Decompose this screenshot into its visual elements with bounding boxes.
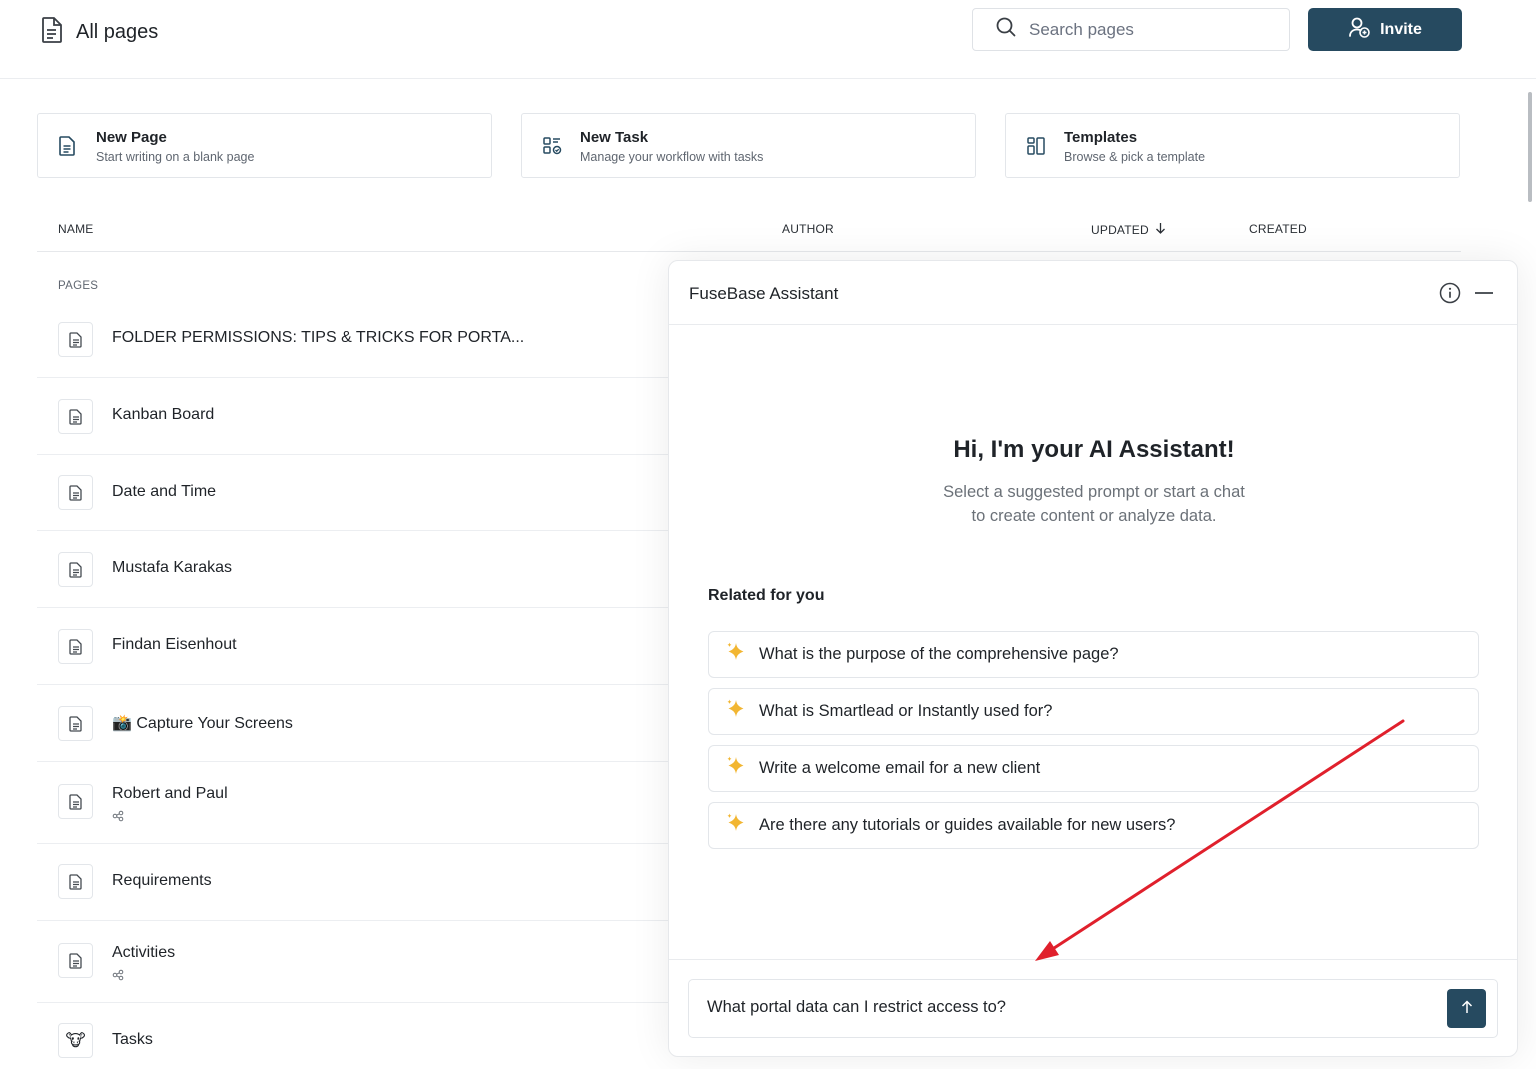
row-name: Robert and Paul [112, 785, 228, 802]
card-subtitle: Start writing on a blank page [96, 150, 255, 164]
suggested-prompt[interactable]: Are there any tutorials or guides availa… [708, 802, 1479, 849]
suggested-prompt[interactable]: What is Smartlead or Instantly used for? [708, 688, 1479, 735]
table-row[interactable]: Kanban Board [37, 378, 677, 455]
assistant-subtitle-line2: to create content or analyze data. [971, 507, 1217, 525]
row-name: Tasks [112, 1031, 153, 1048]
assistant-panel: FuseBase Assistant Hi, I'm your AI Assis… [668, 260, 1518, 1057]
document-icon [58, 784, 93, 819]
invite-label: Invite [1380, 20, 1422, 38]
related-label: Related for you [708, 587, 825, 604]
document-icon [58, 475, 93, 510]
add-user-icon [1348, 16, 1370, 43]
suggested-prompt[interactable]: Write a welcome email for a new client [708, 745, 1479, 792]
assistant-footer [669, 959, 1517, 1056]
table-header: NAME AUTHOR UPDATED CREATED [37, 222, 1461, 252]
arrow-down-icon [1155, 222, 1166, 237]
templates-card[interactable]: Templates Browse & pick a template [1005, 113, 1460, 178]
column-updated[interactable]: UPDATED [1091, 222, 1166, 237]
row-name: FOLDER PERMISSIONS: TIPS & TRICKS FOR PO… [112, 329, 525, 346]
card-subtitle: Manage your workflow with tasks [580, 150, 764, 164]
row-name: Findan Eisenhout [112, 636, 237, 653]
chat-input[interactable] [707, 998, 1427, 1017]
table-row[interactable]: Date and Time [37, 455, 677, 531]
document-icon [58, 399, 93, 434]
prompt-text: Are there any tutorials or guides availa… [759, 816, 1176, 834]
search-input[interactable] [1029, 19, 1269, 40]
card-title: Templates [1064, 129, 1138, 146]
column-updated-label: UPDATED [1091, 222, 1149, 237]
row-name: Activities [112, 944, 176, 961]
card-title: New Task [580, 129, 649, 146]
document-icon [58, 706, 93, 741]
row-name: Kanban Board [112, 406, 215, 423]
arrow-up-icon [1461, 1000, 1473, 1017]
chat-box[interactable] [688, 979, 1498, 1038]
new-task-card[interactable]: New Task Manage your workflow with tasks [521, 113, 976, 178]
search-icon [995, 16, 1017, 43]
page-icon [58, 136, 76, 161]
sparkle-icon [725, 812, 747, 839]
table-row[interactable]: 📸 Capture Your Screens [37, 685, 677, 762]
table-row[interactable]: Requirements [37, 844, 677, 921]
sparkle-icon [725, 755, 747, 782]
card-title: New Page [96, 129, 167, 146]
table-row[interactable]: 🐮 Tasks [37, 1003, 677, 1069]
top-bar: All pages Invite [0, 0, 1536, 79]
search-box[interactable] [972, 8, 1290, 51]
table-row[interactable]: Mustafa Karakas [37, 531, 677, 608]
column-author[interactable]: AUTHOR [782, 222, 834, 236]
table-row[interactable]: Robert and Paul [37, 762, 677, 844]
sparkle-icon [725, 698, 747, 725]
minimize-icon[interactable] [1473, 282, 1495, 309]
document-icon [58, 629, 93, 664]
invite-button[interactable]: Invite [1308, 8, 1462, 51]
scrollbar[interactable] [1528, 92, 1532, 202]
page-heading: All pages [40, 16, 158, 49]
sparkle-icon [725, 641, 747, 668]
row-name: Date and Time [112, 483, 217, 500]
shared-icon [112, 968, 124, 986]
prompt-text: Write a welcome email for a new client [759, 759, 1041, 777]
assistant-greeting: Hi, I'm your AI Assistant! [953, 436, 1235, 463]
section-label-pages: PAGES [58, 280, 99, 292]
prompt-text: What is Smartlead or Instantly used for? [759, 702, 1053, 720]
suggested-prompt[interactable]: What is the purpose of the comprehensive… [708, 631, 1479, 678]
table-row[interactable]: Findan Eisenhout [37, 608, 677, 685]
document-icon [58, 943, 93, 978]
assistant-header: FuseBase Assistant [669, 261, 1517, 325]
table-row[interactable]: FOLDER PERMISSIONS: TIPS & TRICKS FOR PO… [37, 300, 677, 378]
row-name: Mustafa Karakas [112, 559, 233, 576]
send-button[interactable] [1447, 989, 1486, 1028]
assistant-subtitle-line1: Select a suggested prompt or start a cha… [943, 483, 1245, 501]
prompt-text: What is the purpose of the comprehensive… [759, 645, 1119, 663]
shared-icon [112, 809, 124, 827]
new-page-card[interactable]: New Page Start writing on a blank page [37, 113, 492, 178]
emoji-icon: 🐮 [58, 1023, 93, 1058]
assistant-title: FuseBase Assistant [689, 284, 839, 303]
row-name: Requirements [112, 872, 212, 889]
document-icon [58, 322, 93, 357]
page-icon [40, 16, 64, 49]
task-icon [542, 136, 562, 161]
page-title: All pages [76, 21, 159, 43]
info-icon[interactable] [1439, 282, 1461, 309]
templates-icon [1026, 136, 1046, 161]
table-row[interactable]: Activities [37, 921, 677, 1003]
document-icon [58, 552, 93, 587]
document-icon [58, 864, 93, 899]
column-name[interactable]: NAME [58, 222, 93, 236]
row-name: 📸 Capture Your Screens [112, 715, 293, 732]
card-subtitle: Browse & pick a template [1064, 150, 1206, 164]
column-created[interactable]: CREATED [1249, 222, 1307, 236]
assistant-subtitle: Select a suggested prompt or start a cha… [669, 480, 1517, 528]
